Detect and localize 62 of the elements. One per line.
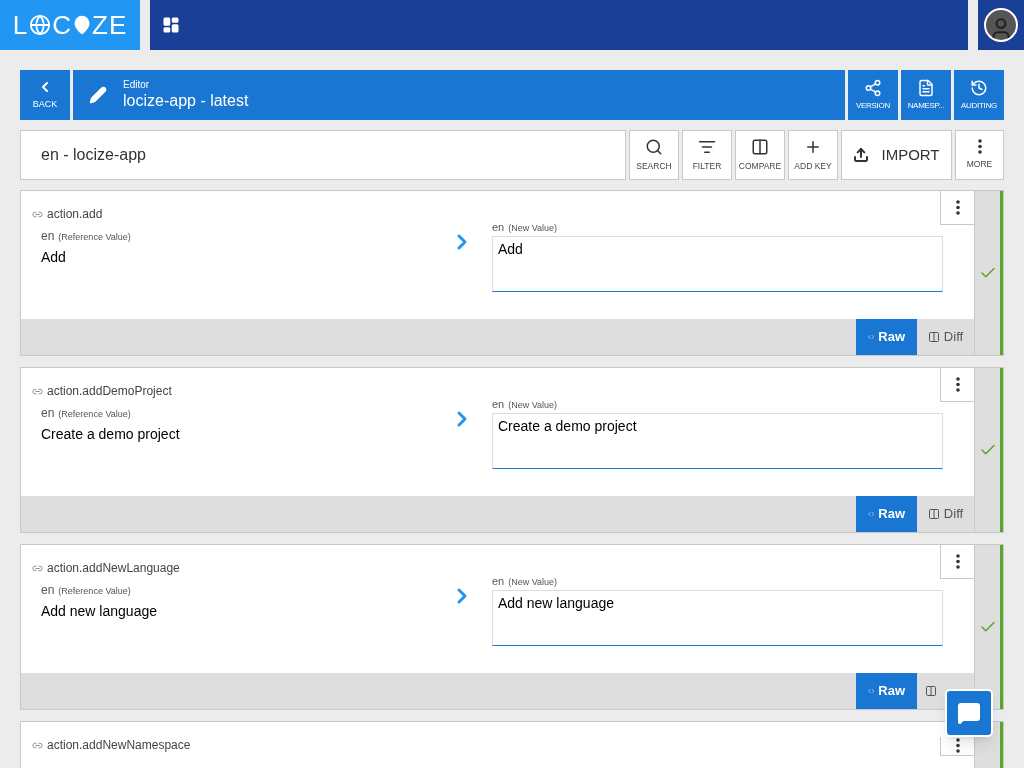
back-button[interactable]: BACK [20, 70, 70, 120]
search-field[interactable]: en - locize-app [20, 130, 626, 180]
chat-icon [957, 701, 981, 725]
more-icon [977, 139, 982, 155]
value-field[interactable]: Add new language [492, 589, 943, 646]
reference-value: Add [41, 248, 67, 267]
more-icon [955, 200, 960, 215]
tool-button[interactable]: COMPARE [735, 130, 785, 180]
diff-button[interactable]: Diff [917, 496, 974, 532]
project-title: locize-app - latest [123, 91, 249, 111]
key-name: action.addNewLanguage [47, 560, 180, 577]
key-name: action.addDemoProject [47, 383, 172, 400]
more-button[interactable]: MORE [955, 130, 1004, 180]
language-code: en [492, 574, 505, 589]
tool-button[interactable]: ADD KEY [788, 130, 838, 180]
language-code: en [492, 220, 505, 235]
document-icon [917, 78, 935, 97]
chat-button[interactable] [945, 689, 993, 737]
language-code: en [41, 405, 55, 422]
more-icon [955, 738, 960, 753]
upload-icon [853, 147, 870, 163]
pencil-icon [89, 86, 107, 104]
share-icon [864, 78, 882, 97]
language-code: en [41, 582, 55, 599]
reference-value: Create a demo project [41, 425, 181, 444]
raw-button[interactable]: Raw [856, 319, 917, 355]
key-name: action.add [47, 206, 103, 223]
dashboard-icon[interactable] [162, 16, 180, 34]
compare-icon [927, 331, 940, 343]
header-action-button[interactable]: VERSION [848, 70, 898, 120]
language-code: en [41, 228, 55, 245]
tool-button[interactable]: SEARCH [629, 130, 679, 180]
key-name: action.addNewNamespace [47, 737, 191, 754]
header-action-button[interactable]: NAMESP... [901, 70, 951, 120]
history-icon [970, 78, 988, 97]
more-icon [955, 554, 960, 569]
raw-button[interactable]: Raw [856, 673, 917, 709]
value-caption: (New Value) [508, 399, 558, 412]
tool-button[interactable]: FILTER [682, 130, 732, 180]
import-button[interactable]: IMPORT [841, 130, 952, 180]
more-icon [955, 377, 960, 392]
value-field[interactable]: Add [492, 235, 943, 292]
more-button[interactable] [940, 737, 974, 756]
search-icon [645, 137, 663, 156]
value-caption: (New Value) [508, 576, 558, 589]
avatar[interactable] [984, 8, 1018, 42]
compare-icon [925, 685, 937, 697]
diff-button[interactable]: Diff [917, 319, 974, 355]
compare-icon [751, 137, 769, 156]
language-code: en [492, 397, 505, 412]
editor-caption: Editor [123, 79, 151, 91]
value-caption: (Reference Value) [58, 585, 131, 598]
value-caption: (Reference Value) [58, 231, 131, 244]
globe-icon [29, 14, 52, 36]
raw-button[interactable]: Raw [856, 496, 917, 532]
header-action-button[interactable]: AUDITING [954, 70, 1004, 120]
reference-value: Add new language [41, 602, 158, 621]
value-caption: (New Value) [508, 222, 558, 235]
compare-icon [927, 508, 940, 520]
value-caption: (Reference Value) [58, 408, 131, 421]
value-field[interactable]: Create a demo project [492, 412, 943, 469]
pin-icon [72, 15, 92, 35]
